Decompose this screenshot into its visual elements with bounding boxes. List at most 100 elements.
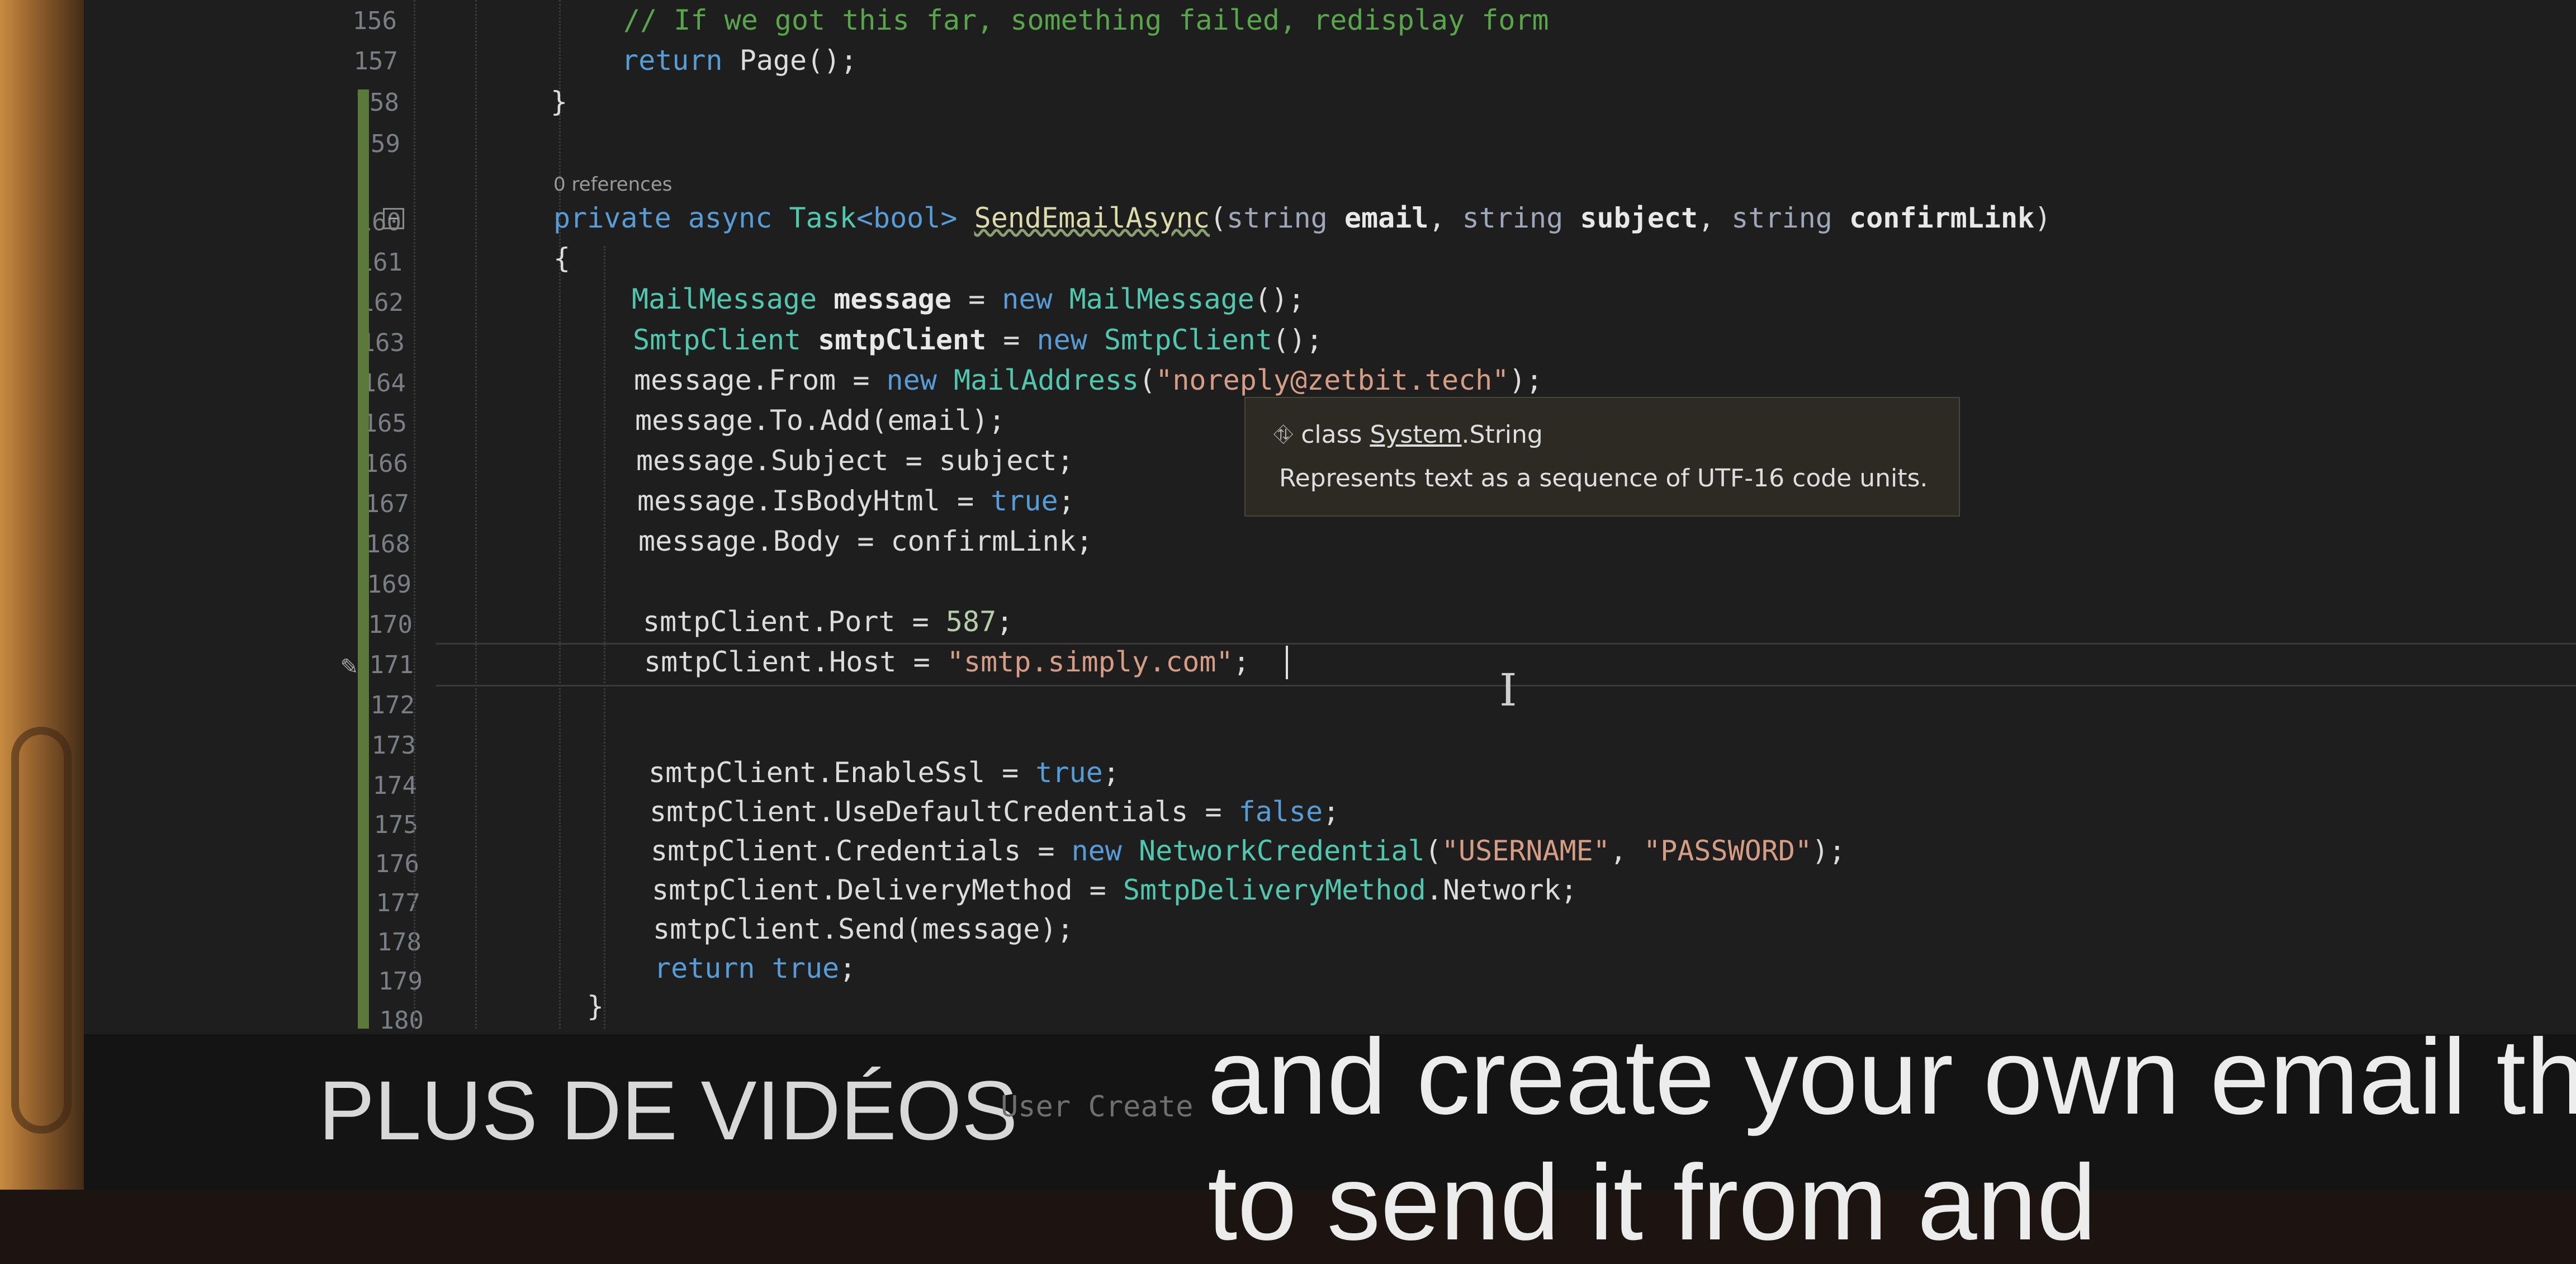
code-text: ( bbox=[1424, 835, 1442, 867]
tooltip-type-name: String bbox=[1469, 420, 1543, 449]
code-text: , bbox=[1609, 835, 1644, 867]
code-text: (); bbox=[1272, 324, 1323, 356]
code-line-157: return Page(); bbox=[622, 42, 857, 78]
code-text: ); bbox=[1509, 364, 1543, 396]
variable: smtpClient bbox=[818, 324, 987, 356]
type-name: MailAddress bbox=[953, 364, 1139, 396]
code-line-176: smtpClient.Credentials = new NetworkCred… bbox=[651, 833, 1845, 869]
code-text: Page(); bbox=[722, 44, 858, 77]
code-line-164: message.From = new MailAddress("noreply@… bbox=[634, 362, 1543, 398]
code-line-161: { bbox=[553, 240, 570, 276]
code-text: ; bbox=[1102, 756, 1120, 789]
video-caption-line-2: to send it from and bbox=[1208, 1142, 2097, 1262]
code-line-156: // If we got this far, something failed,… bbox=[623, 2, 1549, 38]
keyword: new bbox=[1002, 283, 1053, 315]
number-literal: 587 bbox=[945, 605, 997, 638]
video-caption-line-1: and create your own email th bbox=[1208, 1016, 2576, 1137]
code-text: ( bbox=[1139, 364, 1156, 396]
code-line-162: MailMessage message = new MailMessage(); bbox=[632, 281, 1305, 317]
code-line-174: smtpClient.EnableSsl = true; bbox=[648, 755, 1120, 790]
keyword: false bbox=[1238, 796, 1323, 828]
code-line-168: message.Body = confirmLink; bbox=[638, 523, 1093, 559]
keyword: new bbox=[886, 364, 937, 396]
parameter: confirmLink bbox=[1849, 202, 2035, 234]
type-name: NetworkCredential bbox=[1139, 835, 1425, 867]
type-name: SmtpDeliveryMethod bbox=[1123, 874, 1426, 906]
keyword: string bbox=[1731, 202, 1832, 234]
code-line-160: private async Task<bool> SendEmailAsync(… bbox=[553, 200, 2051, 236]
string-literal: "PASSWORD" bbox=[1644, 835, 1812, 867]
code-text: = bbox=[986, 324, 1037, 356]
type-name: SmtpClient bbox=[633, 324, 802, 356]
comment: // If we got this far, something failed,… bbox=[623, 4, 1549, 36]
keyword: private bbox=[553, 202, 671, 234]
tooltip-description: Represents text as a sequence of UTF-16 … bbox=[1279, 464, 1928, 493]
code-line-158: } bbox=[551, 84, 567, 120]
code-line-170: smtpClient.Port = 587; bbox=[643, 604, 1013, 640]
method-name[interactable]: SendEmailAsync bbox=[974, 202, 1210, 234]
tooltip-dot: . bbox=[1461, 420, 1470, 449]
type-name: MailMessage bbox=[1069, 283, 1254, 315]
class-icon: ⛗ bbox=[1273, 420, 1294, 449]
code-text: ; bbox=[1058, 485, 1075, 517]
parameter: subject bbox=[1580, 202, 1698, 234]
keyword: true bbox=[991, 485, 1058, 517]
type-name: SmtpClient bbox=[1104, 324, 1272, 356]
codelens-references[interactable]: 0 references bbox=[553, 173, 673, 196]
code-line-171: smtpClient.Host = "smtp.simply.com"; bbox=[644, 644, 1250, 680]
code-text: ; bbox=[839, 952, 856, 984]
code-text: , bbox=[1428, 202, 1446, 234]
tooltip-namespace-link[interactable]: System bbox=[1370, 420, 1461, 449]
brace: } bbox=[551, 86, 568, 118]
code-line-175: smtpClient.UseDefaultCredentials = false… bbox=[650, 794, 1339, 830]
obscured-code-text: User Create bbox=[1001, 1090, 1194, 1124]
keyword: async bbox=[688, 202, 773, 234]
brace: } bbox=[587, 990, 604, 1022]
code-text: , bbox=[1698, 202, 1715, 234]
code-text: ; bbox=[996, 605, 1014, 638]
string-literal: "smtp.simply.com" bbox=[946, 646, 1233, 678]
code-text: smtpClient.Credentials = bbox=[651, 835, 1072, 867]
code-text: = bbox=[951, 283, 1002, 315]
type-name: Task bbox=[789, 202, 856, 234]
code-text: smtpClient.Port = bbox=[643, 605, 946, 638]
code-text: ; bbox=[1233, 646, 1250, 678]
code-line-163: SmtpClient smtpClient = new SmtpClient()… bbox=[633, 322, 1323, 358]
variable: message bbox=[834, 283, 951, 315]
code-line-177: smtpClient.DeliveryMethod = SmtpDelivery… bbox=[652, 872, 1578, 908]
quickinfo-tooltip: ⛗ class System.String Represents text as … bbox=[1244, 397, 1960, 517]
code-line-167: message.IsBodyHtml = true; bbox=[637, 483, 1075, 519]
code-text: smtpClient.Send(message); bbox=[653, 913, 1074, 945]
parameter: email bbox=[1344, 202, 1429, 234]
keyword: string bbox=[1227, 202, 1328, 234]
code-area[interactable]: // If we got this far, something failed,… bbox=[0, 0, 2576, 1034]
keyword: <bool> bbox=[856, 202, 958, 234]
text-caret bbox=[1286, 646, 1288, 679]
code-line-166: message.Subject = subject; bbox=[636, 443, 1074, 479]
code-text: message.Body = confirmLink; bbox=[638, 525, 1093, 557]
keyword: new bbox=[1036, 324, 1087, 356]
code-text: ) bbox=[2034, 202, 2052, 234]
code-text: message.To.Add(email); bbox=[635, 404, 1006, 437]
code-text: smtpClient.UseDefaultCredentials = bbox=[650, 796, 1239, 828]
more-videos-label[interactable]: PLUS DE VIDÉOS bbox=[319, 1062, 1017, 1159]
code-text: smtpClient.DeliveryMethod = bbox=[652, 874, 1123, 906]
code-text: message.IsBodyHtml = bbox=[637, 485, 991, 517]
code-line-178: smtpClient.Send(message); bbox=[653, 911, 1074, 947]
code-text: message.From = bbox=[634, 364, 887, 396]
code-line-180: } bbox=[587, 988, 604, 1024]
code-text: smtpClient.EnableSsl = bbox=[648, 756, 1036, 789]
ibeam-cursor-icon: I bbox=[1499, 664, 1517, 716]
code-line-165: message.To.Add(email); bbox=[635, 403, 1005, 438]
keyword: true bbox=[1035, 756, 1103, 789]
code-text: ( bbox=[1210, 202, 1227, 234]
code-text: (); bbox=[1254, 283, 1305, 315]
keyword: string bbox=[1462, 202, 1564, 234]
code-text: ; bbox=[1323, 796, 1340, 828]
keyword: return bbox=[622, 44, 723, 77]
keyword: return bbox=[654, 952, 755, 984]
code-text: message.Subject = subject; bbox=[636, 444, 1074, 477]
keyword: new bbox=[1071, 835, 1122, 867]
tooltip-signature: ⛗ class System.String bbox=[1273, 420, 1543, 449]
keyword: true bbox=[771, 952, 840, 984]
